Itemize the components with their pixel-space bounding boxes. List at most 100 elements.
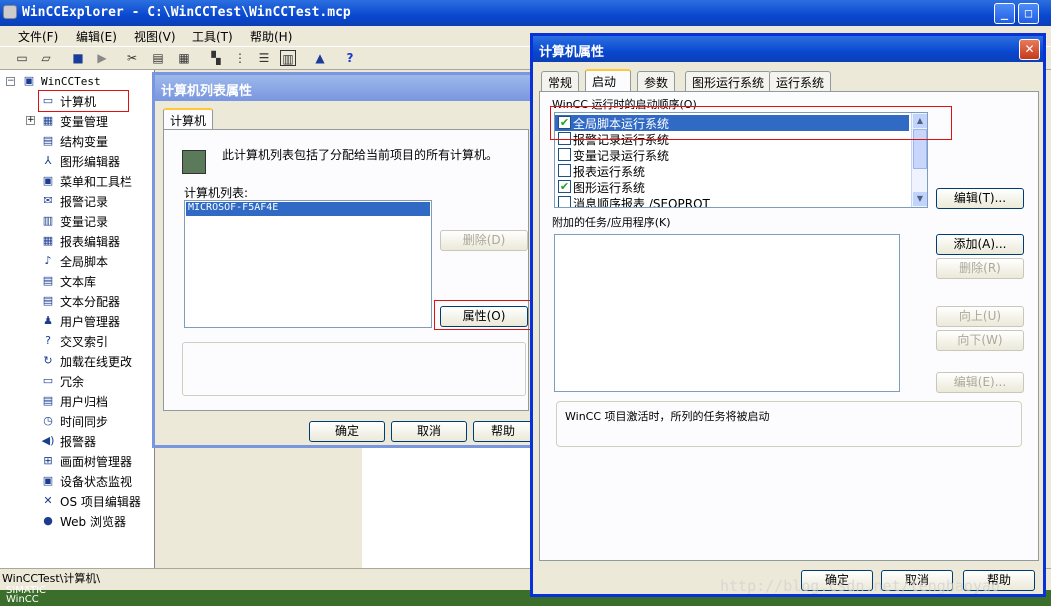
minimize-button[interactable]: _ bbox=[994, 3, 1015, 24]
add-button[interactable]: 添加(A)... bbox=[936, 234, 1024, 255]
ok-button[interactable]: 确定 bbox=[309, 421, 385, 442]
wincc-app-icon bbox=[3, 5, 17, 19]
maximize-button[interactable]: □ bbox=[1018, 3, 1039, 24]
tab-computer[interactable]: 计算机 bbox=[163, 108, 214, 130]
cancel-button[interactable]: 取消 bbox=[391, 421, 467, 442]
help-button[interactable]: 帮助 bbox=[473, 421, 533, 442]
startup-checkbox[interactable] bbox=[558, 148, 571, 161]
startup-item[interactable]: ✔ 图形运行系统 bbox=[555, 179, 909, 195]
tree-item-icon: ⅄ bbox=[44, 154, 52, 167]
startup-item[interactable]: 消息顺序报表 /SEQPROT bbox=[555, 195, 909, 207]
watermark: http://blog.csdn.net/tenghaoyao bbox=[720, 577, 1000, 595]
tree-item-icon: ▦ bbox=[42, 114, 54, 127]
menu-view[interactable]: 视图(V) bbox=[134, 28, 176, 45]
tree-item-label: Web 浏览器 bbox=[60, 514, 126, 529]
tab-startup[interactable]: 启动 bbox=[585, 69, 631, 91]
new-icon[interactable]: ▭ bbox=[14, 50, 30, 66]
tree-item-label: 菜单和工具栏 bbox=[60, 174, 133, 189]
computer-list-dialog: 计算机列表属性 计算机 此计算机列表包括了分配给当前项目的所有计算机。 计算机列… bbox=[152, 72, 534, 448]
project-tree: − ▣ WinCCTest ▭ 计算机 + ▦ 变量管理 ▤ 结构变量 ⅄ 图形编辑器 ▣ 菜单和工具栏… bbox=[0, 70, 155, 568]
move-up-button[interactable]: 向上(U) bbox=[936, 306, 1024, 327]
grid-icon[interactable]: ▥ bbox=[280, 50, 296, 66]
close-button[interactable]: ✕ bbox=[1019, 39, 1040, 60]
tree-item-label: 全局脚本 bbox=[60, 254, 109, 269]
tree-item[interactable]: ✕ OS 项目编辑器 bbox=[40, 492, 141, 510]
highlight-box bbox=[550, 106, 952, 140]
startup-checkbox[interactable] bbox=[558, 164, 571, 177]
highlight-box bbox=[434, 300, 532, 330]
tree-item[interactable]: ▤ 文本分配器 bbox=[40, 292, 120, 310]
tree-root-label: WinCCTest bbox=[41, 74, 101, 88]
tree-item[interactable]: ▦ 报表编辑器 bbox=[40, 232, 120, 250]
expand-icon[interactable]: + bbox=[26, 116, 35, 125]
edit-task-button[interactable]: 编辑(E)... bbox=[936, 372, 1024, 393]
tree-item[interactable]: ♪ 全局脚本 bbox=[40, 252, 108, 270]
tree-item-label: 交叉索引 bbox=[60, 334, 109, 349]
menu-edit[interactable]: 编辑(E) bbox=[76, 28, 117, 45]
additional-tasks-label: 附加的任务/应用程序(K) bbox=[552, 216, 671, 229]
tree-icon[interactable]: ⋮ bbox=[232, 50, 248, 66]
list-icon[interactable]: ▚ bbox=[208, 50, 224, 66]
tree-item[interactable]: ▣ 设备状态监视 bbox=[40, 472, 132, 490]
play-icon[interactable]: ▶ bbox=[94, 50, 110, 66]
menu-file[interactable]: 文件(F) bbox=[18, 28, 58, 45]
startup-checkbox[interactable] bbox=[558, 196, 571, 207]
details-icon[interactable]: ☰ bbox=[256, 50, 272, 66]
tree-item-icon: ▣ bbox=[42, 474, 54, 487]
status-path: WinCCTest\计算机\ bbox=[2, 572, 101, 585]
tab-graphics-runtime[interactable]: 图形运行系统 bbox=[685, 71, 772, 91]
tree-item-label: 加载在线更改 bbox=[60, 354, 133, 369]
move-down-button[interactable]: 向下(W) bbox=[936, 330, 1024, 351]
tree-item-label: OS 项目编辑器 bbox=[60, 494, 141, 509]
tree-item[interactable]: ▣ 菜单和工具栏 bbox=[40, 172, 132, 190]
tree-item[interactable]: ◷ 时间同步 bbox=[40, 412, 108, 430]
tab-general[interactable]: 常规 bbox=[541, 71, 580, 91]
tree-item[interactable]: ▤ 文本库 bbox=[40, 272, 96, 290]
tree-item-label: 画面树管理器 bbox=[60, 454, 133, 469]
tree-item-label: 报警记录 bbox=[60, 194, 109, 209]
scroll-down-icon[interactable]: ▼ bbox=[913, 192, 927, 206]
tree-item-icon: ▥ bbox=[42, 214, 54, 227]
tree-item[interactable]: ▤ 用户归档 bbox=[40, 392, 108, 410]
note-text: WinCC 项目激活时，所列的任务将被启动 bbox=[565, 410, 770, 423]
additional-tasks-list[interactable] bbox=[554, 234, 900, 392]
tree-item[interactable]: ▤ 结构变量 bbox=[40, 132, 108, 150]
tab-parameters[interactable]: 参数 bbox=[637, 71, 676, 91]
tree-item-icon: ? bbox=[45, 334, 51, 347]
startup-item-label: 报表运行系统 bbox=[573, 165, 646, 179]
tree-item[interactable]: ▭ 冗余 bbox=[40, 372, 84, 390]
tab-runtime[interactable]: 运行系统 bbox=[769, 71, 832, 91]
collapse-icon[interactable]: − bbox=[6, 76, 15, 86]
tree-root[interactable]: − ▣ WinCCTest bbox=[6, 72, 101, 90]
tree-item[interactable]: ✉ 报警记录 bbox=[40, 192, 108, 210]
tree-item[interactable]: ? 交叉索引 bbox=[40, 332, 108, 350]
tree-item-icon: ✉ bbox=[43, 194, 53, 207]
menu-help[interactable]: 帮助(H) bbox=[250, 28, 292, 45]
tree-item[interactable]: ↻ 加载在线更改 bbox=[40, 352, 132, 370]
copy-icon[interactable]: ▤ bbox=[150, 50, 166, 66]
tree-item[interactable]: ⅄ 图形编辑器 bbox=[40, 152, 120, 170]
tree-item[interactable]: ⊞ 画面树管理器 bbox=[40, 452, 132, 470]
tree-item[interactable]: + ▦ 变量管理 bbox=[26, 112, 108, 130]
delete-task-button[interactable]: 删除(R) bbox=[936, 258, 1024, 279]
menu-tools[interactable]: 工具(T) bbox=[192, 28, 233, 45]
tree-item[interactable]: ● Web 浏览器 bbox=[40, 512, 126, 530]
startup-item[interactable]: 报表运行系统 bbox=[555, 163, 909, 179]
computer-listbox[interactable]: MICROSOF-F5AF4E bbox=[184, 200, 432, 328]
tree-item[interactable]: ▥ 变量记录 bbox=[40, 212, 108, 230]
startup-item[interactable]: 变量记录运行系统 bbox=[555, 147, 909, 163]
tree-item[interactable]: ◀) 报警器 bbox=[40, 432, 96, 450]
tree-item[interactable]: ♟ 用户管理器 bbox=[40, 312, 120, 330]
edit-startup-button[interactable]: 编辑(T)... bbox=[936, 188, 1024, 209]
delete-button[interactable]: 删除(D) bbox=[440, 230, 528, 251]
properties-icon[interactable]: ▲ bbox=[312, 50, 328, 66]
tree-item-icon: ♪ bbox=[44, 254, 52, 267]
cut-icon[interactable]: ✂ bbox=[124, 50, 140, 66]
help-icon[interactable]: ? bbox=[342, 50, 358, 66]
paste-icon[interactable]: ▦ bbox=[176, 50, 192, 66]
tree-item-label: 用户管理器 bbox=[60, 314, 121, 329]
startup-checkbox[interactable]: ✔ bbox=[558, 180, 571, 193]
stop-icon[interactable]: ■ bbox=[70, 50, 86, 66]
open-icon[interactable]: ▱ bbox=[38, 50, 54, 66]
list-item[interactable]: MICROSOF-F5AF4E bbox=[186, 202, 430, 216]
